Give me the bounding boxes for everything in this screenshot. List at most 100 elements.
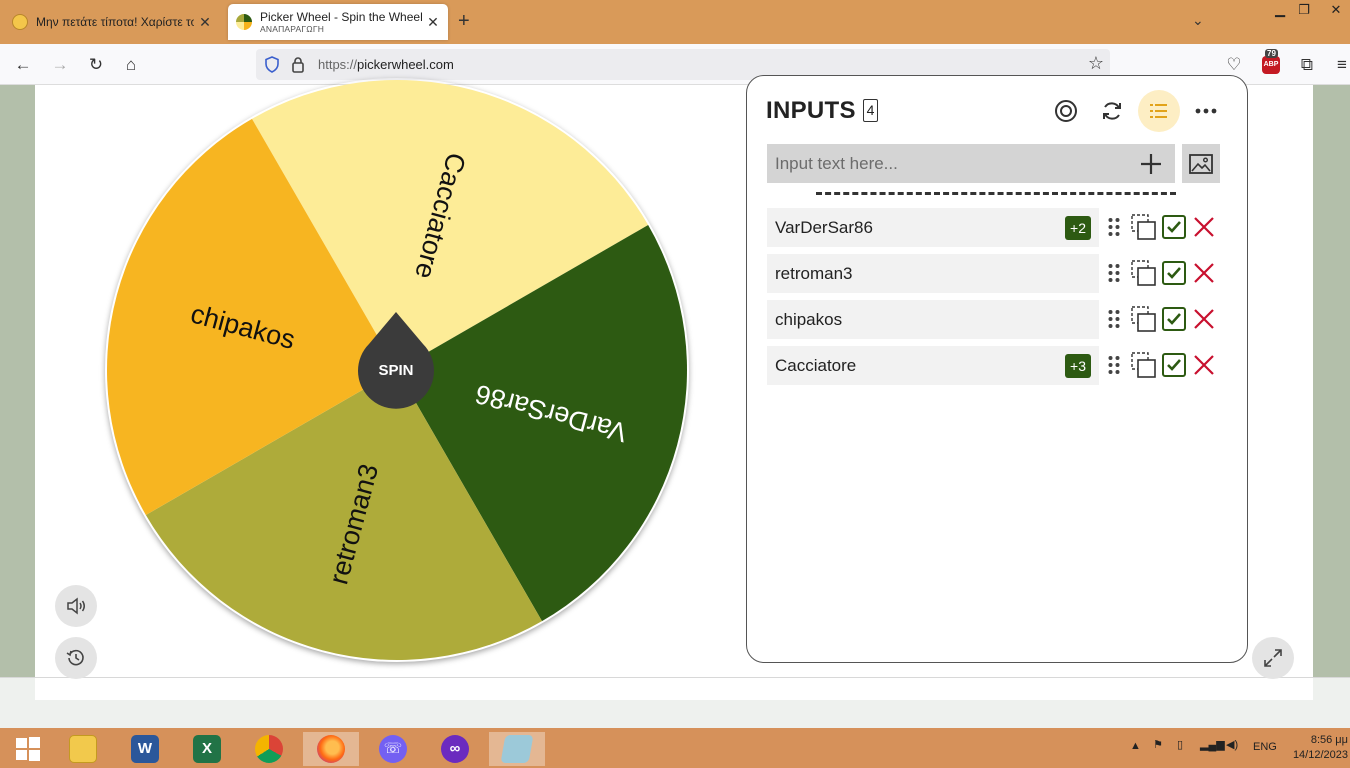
spin-button[interactable]: SPIN xyxy=(357,312,435,410)
viber-button[interactable]: ☏ xyxy=(365,732,421,766)
clock[interactable]: 8:56 μμ 14/12/2023 xyxy=(1286,733,1348,763)
close-window-icon[interactable]: ✕ xyxy=(1324,2,1348,18)
duplicate-icon[interactable] xyxy=(1131,352,1157,378)
add-image-button[interactable] xyxy=(1182,144,1220,183)
duplicate-icon[interactable] xyxy=(1131,306,1157,332)
delete-icon[interactable] xyxy=(1191,306,1217,332)
speaker-icon xyxy=(67,597,85,615)
language-indicator[interactable]: ENG xyxy=(1253,741,1277,753)
history-icon xyxy=(66,649,84,666)
taskbar: W X ☏ ∞ ▲ ⚑ ▯ ▂▄▆ ◀) ENG xyxy=(0,728,1350,768)
weight-badge[interactable]: +2 xyxy=(1065,216,1091,240)
flag-icon[interactable]: ⚑ xyxy=(1153,738,1163,751)
duplicate-icon[interactable] xyxy=(1131,260,1157,286)
hide-entries-button[interactable] xyxy=(1045,90,1087,132)
excel-icon: X xyxy=(193,735,221,763)
entry-row[interactable]: Cacciatore +3 xyxy=(767,346,1099,385)
spin-pointer[interactable]: SPIN xyxy=(357,312,435,410)
word-button[interactable]: W xyxy=(117,732,173,766)
chrome-icon xyxy=(255,735,283,763)
sound-toggle-button[interactable] xyxy=(55,585,97,627)
shield-icon[interactable] xyxy=(264,56,280,73)
tab-active[interactable]: Picker Wheel - Spin the Wheel t ΑΝΑΠΑΡΑΓ… xyxy=(228,4,448,40)
entry-label[interactable]: retroman3 xyxy=(775,264,852,284)
weight-badge[interactable]: +3 xyxy=(1065,354,1091,378)
more-options-button[interactable] xyxy=(1185,90,1227,132)
image-icon xyxy=(1189,153,1213,174)
excel-button[interactable]: X xyxy=(179,732,235,766)
fullscreen-button[interactable] xyxy=(1252,637,1294,679)
entry-label[interactable]: chipakos xyxy=(775,310,842,330)
inputs-title: INPUTS xyxy=(766,97,856,124)
entry-text-input[interactable] xyxy=(767,144,1175,183)
reload-icon[interactable]: ↻ xyxy=(85,54,107,76)
list-view-button[interactable] xyxy=(1138,90,1180,132)
tab-strip: Μην πετάτε τίποτα! Χαρίστε το ✕ Picker W… xyxy=(0,0,1350,44)
close-icon[interactable]: ✕ xyxy=(198,14,212,31)
checkbox-checked-icon[interactable] xyxy=(1161,352,1187,378)
drag-handle-icon[interactable] xyxy=(1101,352,1127,378)
delete-icon[interactable] xyxy=(1191,260,1217,286)
checkbox-checked-icon[interactable] xyxy=(1161,260,1187,286)
duplicate-icon[interactable] xyxy=(1131,214,1157,240)
viber-icon: ☏ xyxy=(379,735,407,763)
vpn-button[interactable]: ∞ xyxy=(427,732,483,766)
drag-handle-icon[interactable] xyxy=(1101,306,1127,332)
forward-arrow-icon[interactable]: → xyxy=(49,54,71,76)
notes-icon xyxy=(500,735,534,763)
minimize-icon[interactable]: ▁ xyxy=(1268,2,1292,18)
entry-row[interactable]: retroman3 xyxy=(767,254,1099,293)
start-button[interactable] xyxy=(0,732,56,766)
tab-title: Picker Wheel - Spin the Wheel t xyxy=(260,10,422,24)
drag-handle-icon[interactable] xyxy=(1101,260,1127,286)
refresh-icon xyxy=(1103,102,1121,120)
chevron-down-icon[interactable]: ⌄ xyxy=(1192,12,1204,29)
lock-icon[interactable] xyxy=(291,56,305,73)
plus-icon xyxy=(1141,154,1161,174)
tab-subtitle: ΑΝΑΠΑΡΑΓΩΓΗ xyxy=(260,24,325,34)
home-icon[interactable]: ⌂ xyxy=(120,54,142,76)
inputs-count-badge: 4 xyxy=(863,99,878,122)
new-tab-button[interactable]: + xyxy=(458,10,470,33)
favicon xyxy=(236,14,252,30)
favicon xyxy=(12,14,28,30)
extensions-icon[interactable]: ⧉ xyxy=(1296,54,1318,76)
url-text: https://pickerwheel.com xyxy=(318,57,454,72)
more-icon xyxy=(1195,108,1217,114)
entry-label[interactable]: Cacciatore xyxy=(775,356,856,376)
history-button[interactable] xyxy=(55,637,97,679)
drag-handle-icon[interactable] xyxy=(1101,214,1127,240)
folder-icon xyxy=(69,735,97,763)
entry-label[interactable]: VarDerSar86 xyxy=(775,218,873,238)
pocket-icon[interactable]: ♡ xyxy=(1223,54,1245,76)
page-footer-area xyxy=(0,677,1350,728)
notes-button[interactable] xyxy=(489,732,545,766)
adblock-icon[interactable]: ABP xyxy=(1262,56,1280,74)
signal-icon[interactable]: ▂▄▆ xyxy=(1200,738,1225,751)
adblock-count-badge: 79 xyxy=(1265,49,1278,58)
entry-row[interactable]: chipakos xyxy=(767,300,1099,339)
shuffle-button[interactable] xyxy=(1091,90,1133,132)
checkbox-checked-icon[interactable] xyxy=(1161,214,1187,240)
delete-icon[interactable] xyxy=(1191,214,1217,240)
entry-row[interactable]: VarDerSar86 +2 xyxy=(767,208,1099,247)
battery-icon[interactable]: ▯ xyxy=(1177,738,1183,751)
delete-icon[interactable] xyxy=(1191,352,1217,378)
list-icon xyxy=(1150,104,1167,118)
tray-chevron-icon[interactable]: ▲ xyxy=(1130,740,1141,752)
tab-inactive[interactable]: Μην πετάτε τίποτα! Χαρίστε το ✕ xyxy=(4,4,220,40)
menu-icon[interactable]: ≡ xyxy=(1331,54,1350,76)
close-icon[interactable]: ✕ xyxy=(426,14,440,31)
tab-title: Μην πετάτε τίποτα! Χαρίστε το xyxy=(36,15,194,29)
restore-icon[interactable]: ❐ xyxy=(1292,2,1316,18)
expand-icon xyxy=(1264,649,1282,667)
firefox-button[interactable] xyxy=(303,732,359,766)
back-arrow-icon[interactable]: ← xyxy=(12,54,34,76)
chrome-button[interactable] xyxy=(241,732,297,766)
clock-date: 14/12/2023 xyxy=(1292,749,1348,761)
volume-icon[interactable]: ◀) xyxy=(1226,738,1238,751)
checkbox-checked-icon[interactable] xyxy=(1161,306,1187,332)
bookmark-star-icon[interactable]: ☆ xyxy=(1088,53,1104,74)
add-entry-button[interactable] xyxy=(1133,146,1169,182)
file-explorer-button[interactable] xyxy=(55,732,111,766)
